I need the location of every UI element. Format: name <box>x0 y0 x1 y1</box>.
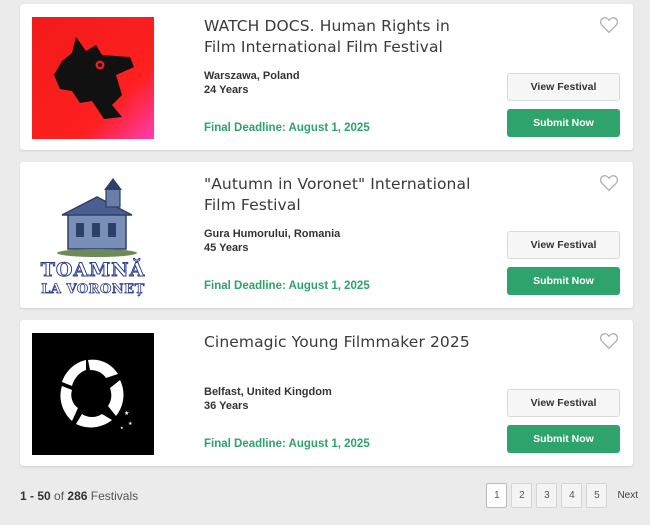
svg-text:★: ★ <box>124 410 129 417</box>
svg-text:★: ★ <box>120 425 124 430</box>
festival-deadline: Final Deadline: August 1, 2025 <box>204 280 370 292</box>
results-total: 286 <box>67 489 88 503</box>
page-button-4[interactable]: 4 <box>561 483 583 508</box>
pagination: 1 2 3 4 5 Next <box>486 483 638 508</box>
page-button-5[interactable]: 5 <box>586 483 608 508</box>
view-festival-button[interactable]: View Festival <box>507 73 620 101</box>
view-festival-button[interactable]: View Festival <box>507 389 620 417</box>
festival-years: 45 Years <box>204 242 249 254</box>
festival-years: 36 Years <box>204 400 249 412</box>
festival-logo[interactable]: TOAMNĂ LA VORONEȚ <box>32 175 154 297</box>
festival-title[interactable]: "Autumn in Voronet" International Film F… <box>204 174 474 216</box>
festival-location: Belfast, United Kingdom <box>204 386 332 398</box>
view-festival-button[interactable]: View Festival <box>507 231 620 259</box>
festival-title[interactable]: WATCH DOCS. Human Rights in Film Interna… <box>204 16 474 58</box>
submit-now-button[interactable]: Submit Now <box>507 425 620 453</box>
festival-logo[interactable]: ★ ★ ★ <box>32 333 154 455</box>
heart-icon[interactable] <box>599 332 619 350</box>
results-count: 1 - 50 of 286 Festivals <box>20 489 138 503</box>
page-button-1[interactable]: 1 <box>486 483 508 508</box>
festival-location: Warszawa, Poland <box>204 70 300 82</box>
page-button-3[interactable]: 3 <box>536 483 558 508</box>
svg-text:★: ★ <box>128 421 133 427</box>
results-unit: Festivals <box>90 489 139 503</box>
results-range: 1 - 50 <box>20 489 51 503</box>
logo-text: LA VORONEȚ <box>41 282 145 297</box>
festival-card: TOAMNĂ LA VORONEȚ "Autumn in Voronet" In… <box>20 162 633 308</box>
festival-deadline: Final Deadline: August 1, 2025 <box>204 438 370 450</box>
heart-icon[interactable] <box>599 174 619 192</box>
results-of: of <box>54 489 65 503</box>
next-page-link[interactable]: Next <box>611 483 638 508</box>
submit-now-button[interactable]: Submit Now <box>507 267 620 295</box>
heart-icon[interactable] <box>599 16 619 34</box>
festival-card: WATCH DOCS. Human Rights in Film Interna… <box>20 4 633 150</box>
submit-now-button[interactable]: Submit Now <box>507 109 620 137</box>
festival-location: Gura Humorului, Romania <box>204 228 341 240</box>
festival-deadline: Final Deadline: August 1, 2025 <box>204 122 370 134</box>
festival-title[interactable]: Cinemagic Young Filmmaker 2025 <box>204 332 474 353</box>
film-reel-icon: ★ ★ ★ <box>60 359 133 430</box>
wolf-icon <box>54 37 134 119</box>
festival-years: 24 Years <box>204 84 249 96</box>
festival-logo[interactable] <box>32 17 154 139</box>
page-button-2[interactable]: 2 <box>511 483 533 508</box>
logo-text: TOAMNĂ <box>40 259 146 282</box>
festival-card: ★ ★ ★ Cinemagic Young Filmmaker 2025 Bel… <box>20 320 633 466</box>
